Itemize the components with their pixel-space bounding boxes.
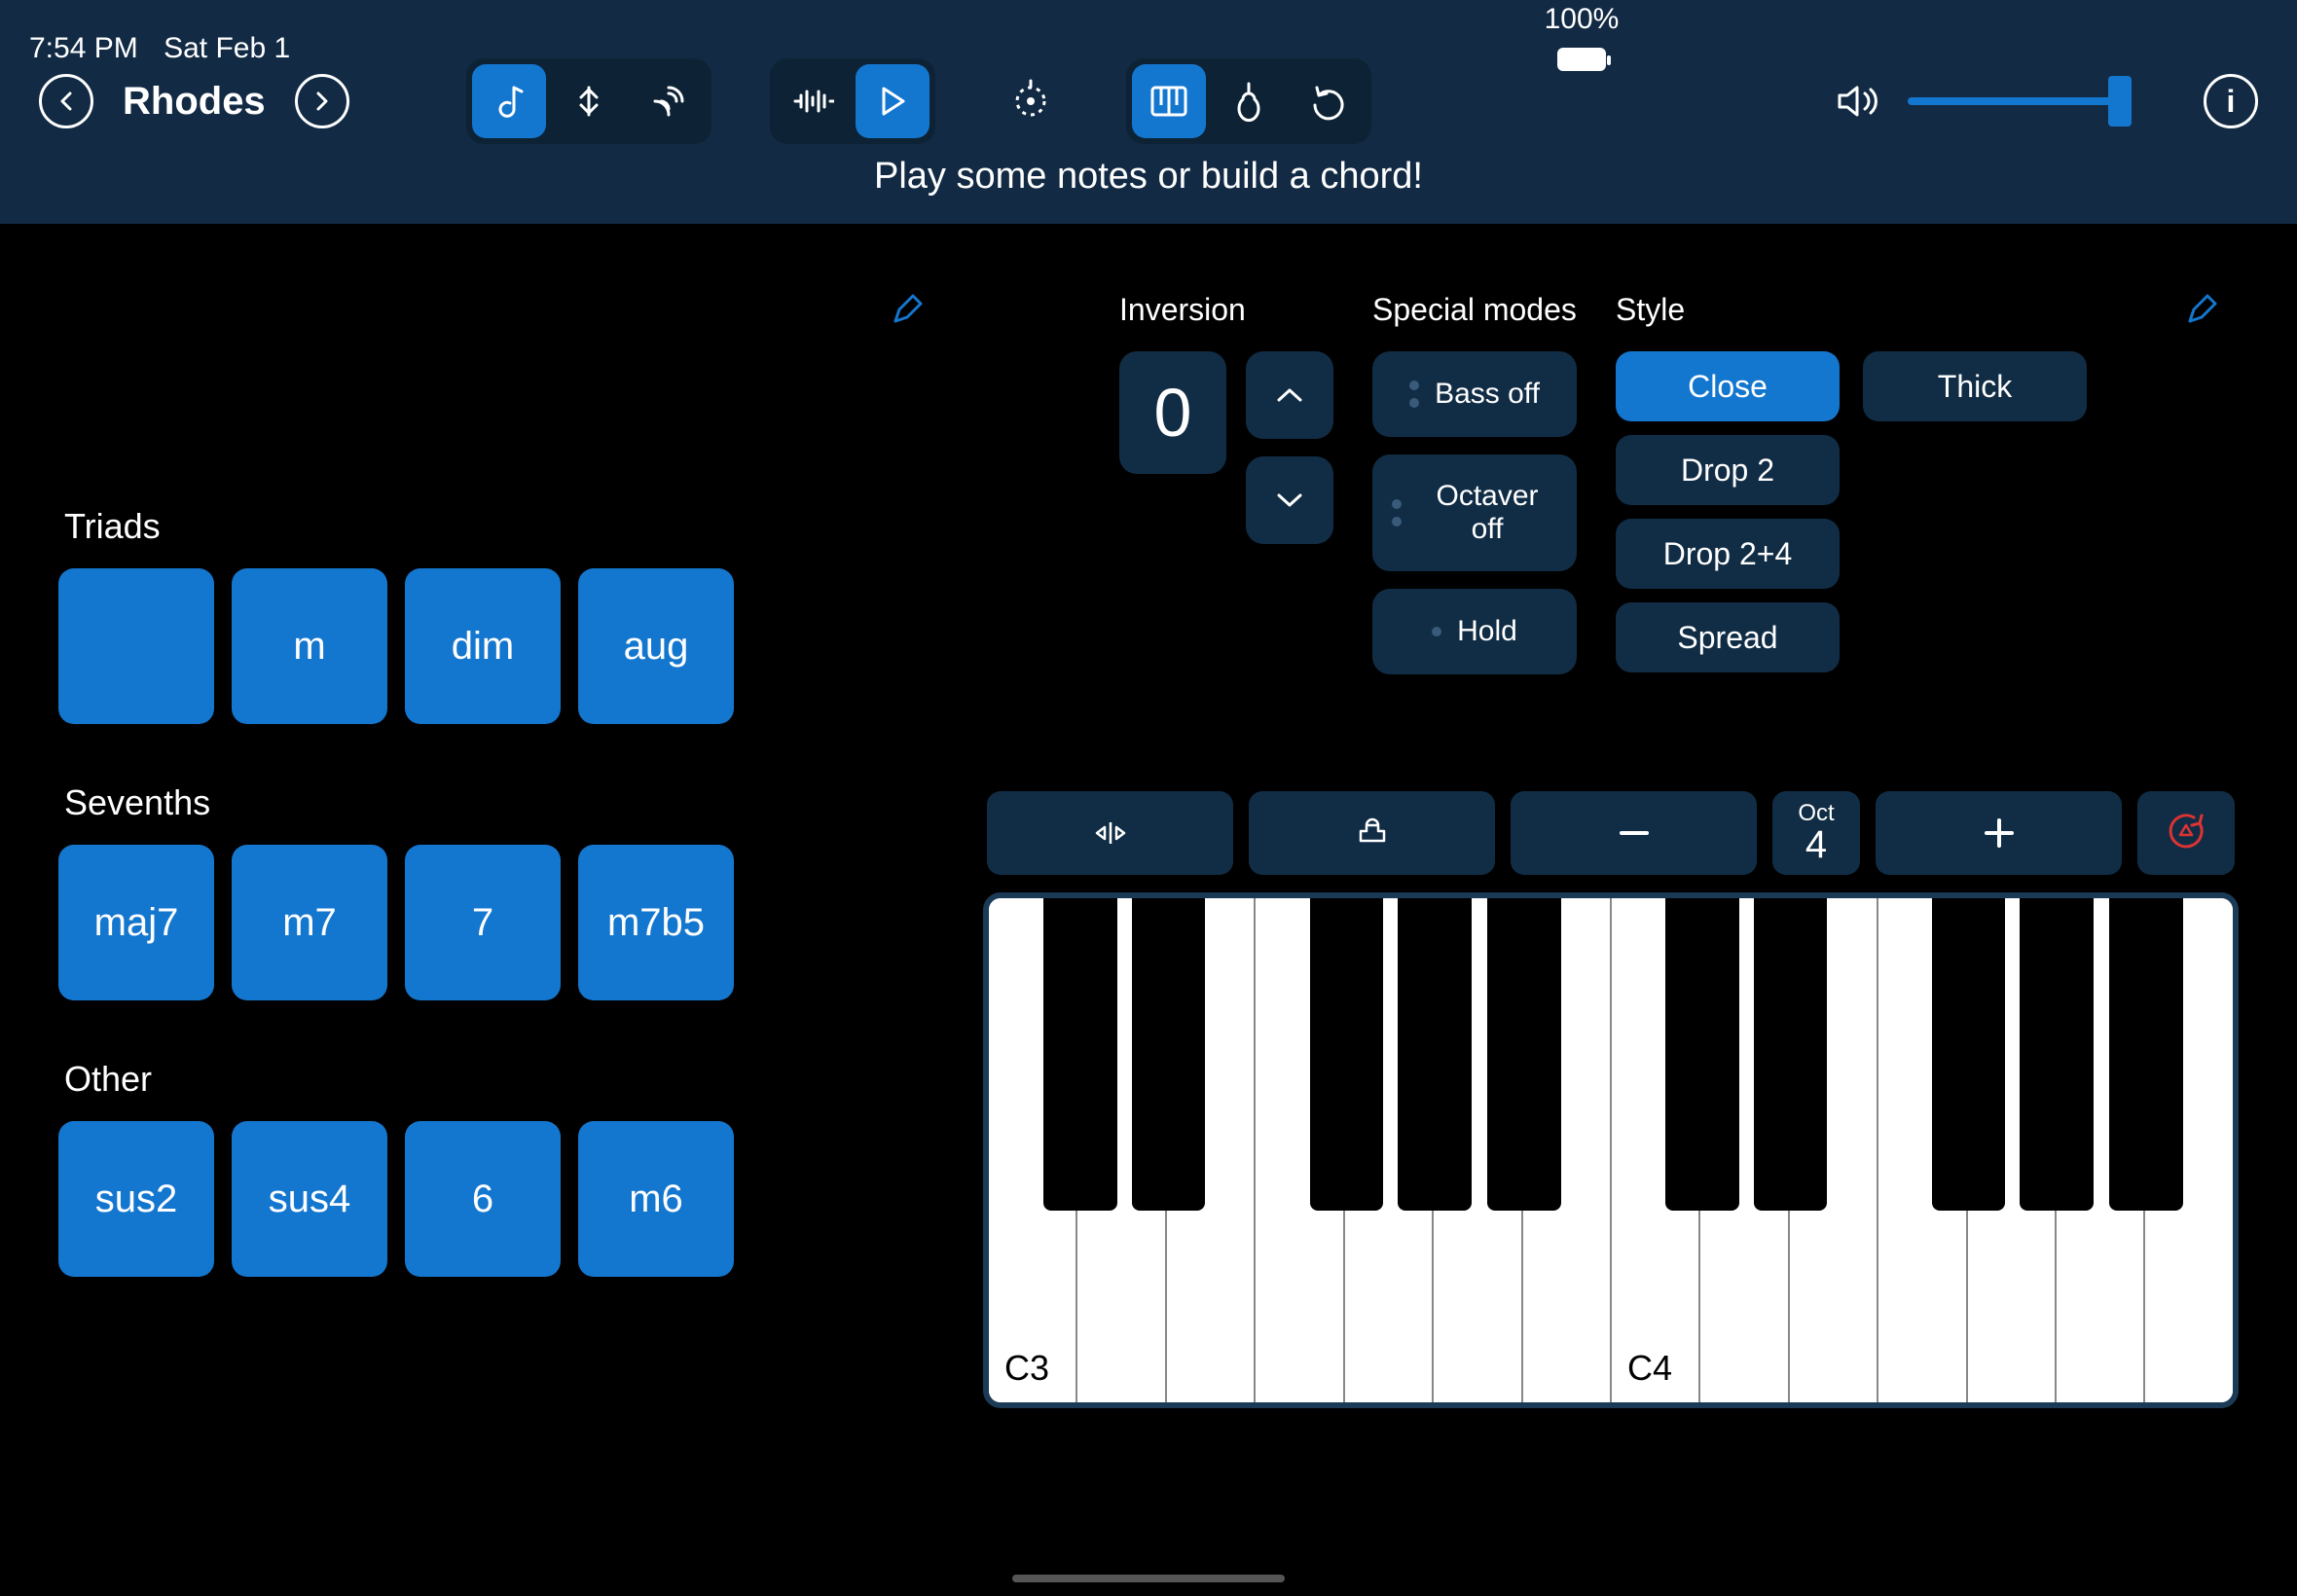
playback-panel: Inversion 0 Special modes xyxy=(983,263,2239,1557)
octaver-label: Octaver off xyxy=(1417,480,1557,546)
tempo-button[interactable] xyxy=(994,64,1068,138)
speaker-icon xyxy=(1836,82,1884,121)
status-bar: 7:54 PM Sat Feb 1 100% xyxy=(0,0,2297,39)
playback-group xyxy=(770,58,935,144)
inversion-value: 0 xyxy=(1119,351,1226,474)
chord-sus2[interactable]: sus2 xyxy=(58,1121,214,1277)
waveform-button[interactable] xyxy=(776,64,850,138)
other-label: Other xyxy=(64,1059,925,1100)
sevenths-label: Sevenths xyxy=(64,782,925,823)
style-label: Style xyxy=(1616,292,2087,328)
piano-keyboard: C3 C4 xyxy=(983,892,2239,1408)
edit-controls-button[interactable] xyxy=(2184,292,2219,327)
key-as3[interactable] xyxy=(1487,898,1560,1211)
panic-button[interactable] xyxy=(2137,791,2235,875)
style-drop24[interactable]: Drop 2+4 xyxy=(1616,519,1840,589)
octave-down-button[interactable] xyxy=(1511,791,1757,875)
key-ds3[interactable] xyxy=(1132,898,1205,1211)
sound-name[interactable]: Rhodes xyxy=(123,80,266,124)
view-group xyxy=(1126,58,1371,144)
chord-6[interactable]: 6 xyxy=(405,1121,561,1277)
chord-aug[interactable]: aug xyxy=(578,568,734,724)
label-c4: C4 xyxy=(1627,1348,1672,1389)
center-keyboard-button[interactable] xyxy=(987,791,1233,875)
special-modes: Special modes Bass off Octaver off Hold xyxy=(1372,292,1577,674)
key-fs4[interactable] xyxy=(1932,898,2005,1211)
octave-up-button[interactable] xyxy=(1876,791,2122,875)
chord-7[interactable]: 7 xyxy=(405,845,561,1000)
keyboard-toolbar: Oct 4 xyxy=(983,791,2239,875)
prev-sound-button[interactable] xyxy=(39,74,93,128)
battery-icon xyxy=(1557,48,1606,71)
strum-mode-button[interactable] xyxy=(632,64,706,138)
style-drop2[interactable]: Drop 2 xyxy=(1616,435,1840,505)
volume-slider[interactable] xyxy=(1908,97,2132,105)
hold-toggle[interactable]: Hold xyxy=(1372,589,1577,674)
chord-minor[interactable]: m xyxy=(232,568,387,724)
chord-m6[interactable]: m6 xyxy=(578,1121,734,1277)
inversion-control: Inversion 0 xyxy=(1119,292,1333,674)
battery-percent: 100% xyxy=(1545,3,1620,36)
status-date: Sat Feb 1 xyxy=(164,32,290,64)
style-close[interactable]: Close xyxy=(1616,351,1840,421)
bass-toggle[interactable]: Bass off xyxy=(1372,351,1577,437)
play-mode-group xyxy=(466,58,711,144)
octave-display: Oct 4 xyxy=(1772,791,1860,875)
chord-sus4[interactable]: sus4 xyxy=(232,1121,387,1277)
special-label: Special modes xyxy=(1372,292,1577,328)
hold-label: Hold xyxy=(1457,615,1517,648)
chord-panel: Triads m dim aug Sevenths maj7 m7 7 m7b5… xyxy=(58,263,925,1557)
chord-m7[interactable]: m7 xyxy=(232,845,387,1000)
oct-label: Oct xyxy=(1798,802,1834,825)
inversion-label: Inversion xyxy=(1119,292,1333,328)
octaver-toggle[interactable]: Octaver off xyxy=(1372,454,1577,571)
style-thick[interactable]: Thick xyxy=(1863,351,2087,421)
style-control: Style Close Drop 2 Drop 2+4 Spread Thick xyxy=(1616,292,2087,674)
edit-chords-button[interactable] xyxy=(890,292,925,327)
hint-text: Play some notes or build a chord! xyxy=(39,156,2258,198)
inversion-up-button[interactable] xyxy=(1246,351,1333,439)
note-mode-button[interactable] xyxy=(472,64,546,138)
volume-control: i xyxy=(1836,74,2258,128)
piano-view-button[interactable] xyxy=(1132,64,1206,138)
sound-nav: Rhodes xyxy=(39,74,349,128)
info-button[interactable]: i xyxy=(2204,74,2258,128)
undo-button[interactable] xyxy=(1292,64,1366,138)
guitar-view-button[interactable] xyxy=(1212,64,1286,138)
oct-value: 4 xyxy=(1805,825,1827,864)
chord-maj7[interactable]: maj7 xyxy=(58,845,214,1000)
key-cs3[interactable] xyxy=(1043,898,1116,1211)
triads-label: Triads xyxy=(64,506,925,547)
next-sound-button[interactable] xyxy=(295,74,349,128)
key-ds4[interactable] xyxy=(1754,898,1827,1211)
key-gs4[interactable] xyxy=(2020,898,2093,1211)
status-time: 7:54 PM xyxy=(29,32,138,64)
scroll-lock-button[interactable] xyxy=(1249,791,1495,875)
label-c3: C3 xyxy=(1004,1348,1049,1389)
chord-dim[interactable]: dim xyxy=(405,568,561,724)
chord-major[interactable] xyxy=(58,568,214,724)
bass-label: Bass off xyxy=(1435,378,1540,411)
style-spread[interactable]: Spread xyxy=(1616,602,1840,672)
key-gs3[interactable] xyxy=(1398,898,1471,1211)
play-button[interactable] xyxy=(856,64,930,138)
chord-m7b5[interactable]: m7b5 xyxy=(578,845,734,1000)
key-cs4[interactable] xyxy=(1665,898,1738,1211)
key-as4[interactable] xyxy=(2109,898,2182,1211)
inversion-down-button[interactable] xyxy=(1246,456,1333,544)
arpeggio-mode-button[interactable] xyxy=(552,64,626,138)
home-indicator xyxy=(1012,1575,1285,1582)
key-fs3[interactable] xyxy=(1310,898,1383,1211)
